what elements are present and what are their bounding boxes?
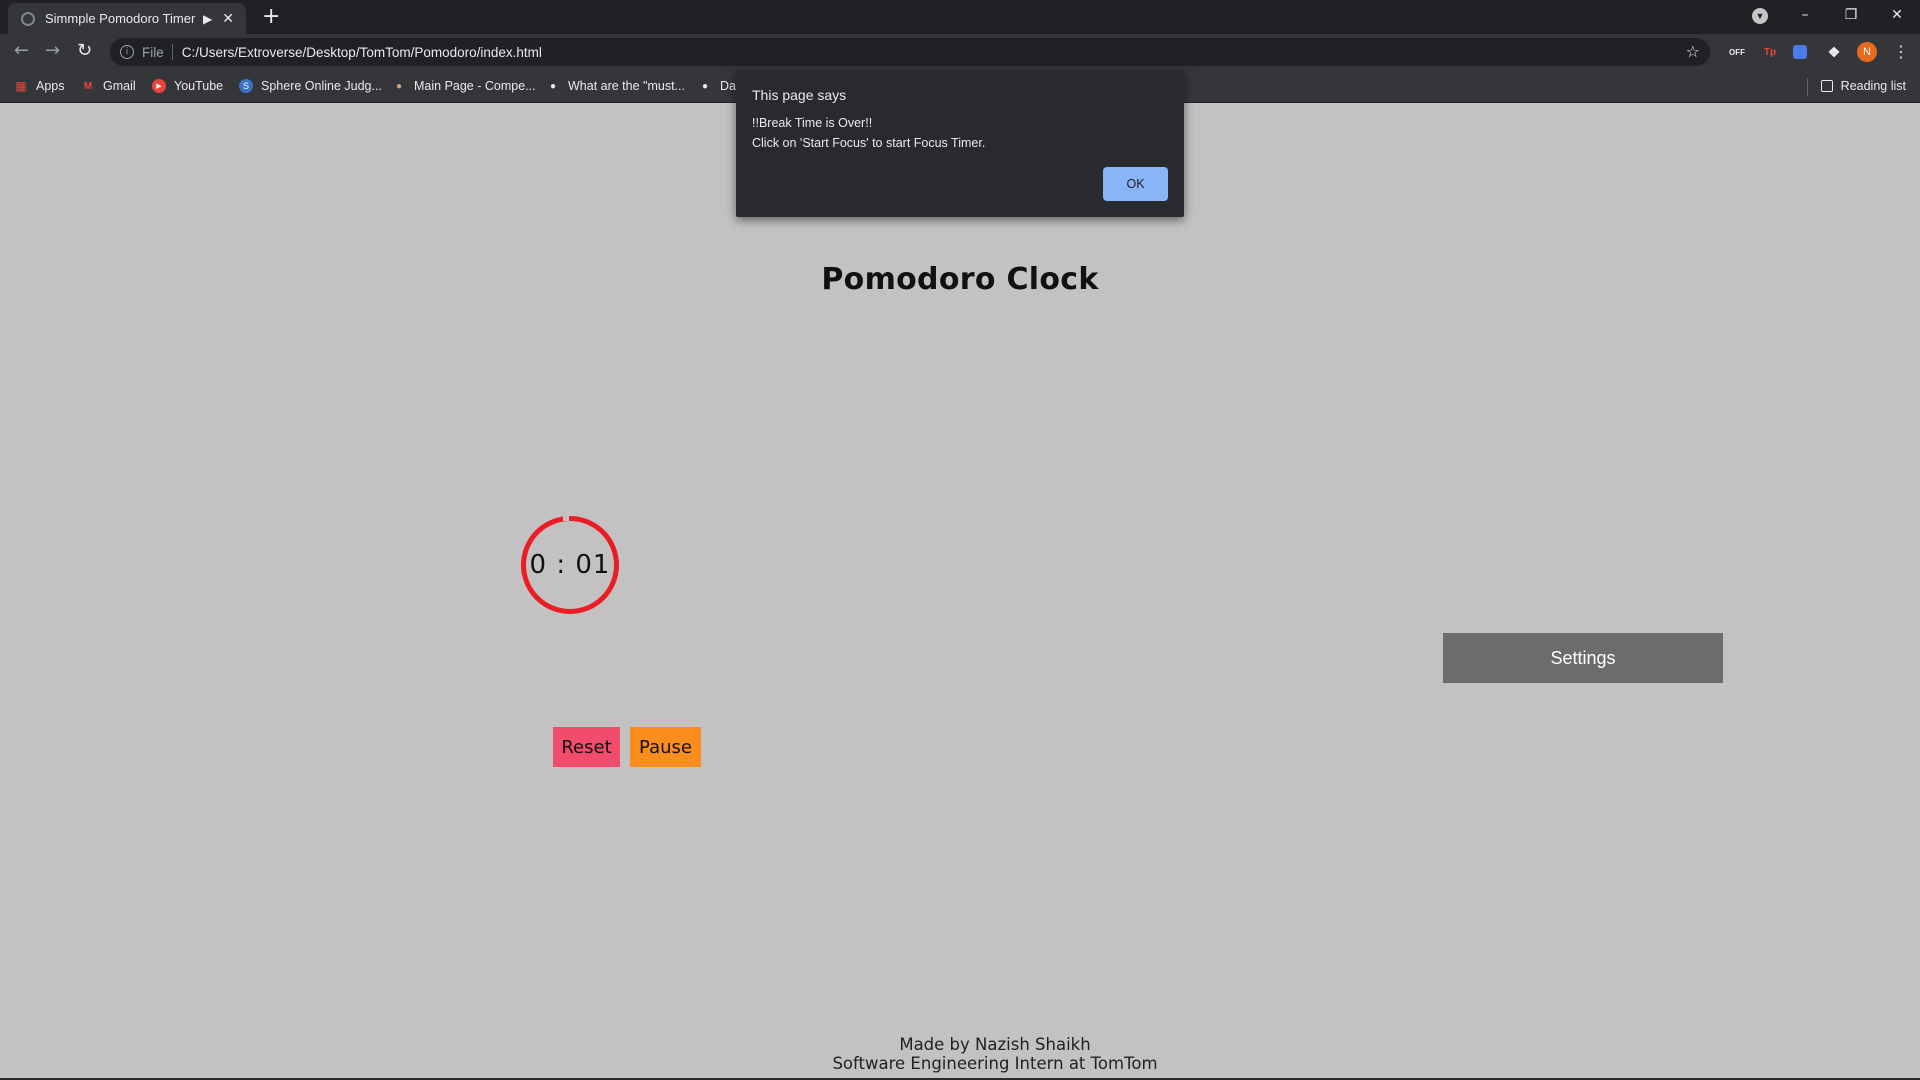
bookmark-gmail[interactable]: M Gmail — [81, 70, 136, 102]
reset-button[interactable]: Reset — [553, 727, 620, 767]
site-icon: ● — [549, 80, 557, 92]
settings-button[interactable]: Settings — [1443, 633, 1723, 683]
bookmark-youtube[interactable]: ▶ YouTube — [152, 70, 223, 102]
forward-icon[interactable]: → — [45, 40, 60, 61]
tab-strip: Simmple Pomodoro Timer ▶ ✕ + ▼ – ❐ ✕ — [0, 0, 1920, 34]
speaker-icon[interactable]: ▶ — [203, 12, 212, 26]
info-icon[interactable]: i — [120, 45, 134, 59]
extension-tp-icon[interactable]: Tp — [1761, 43, 1779, 61]
bookmark-da[interactable]: ● Da — [698, 70, 736, 102]
window-controls: – ❐ ✕ — [1782, 0, 1920, 30]
extension-blue-icon[interactable] — [1793, 45, 1807, 59]
url-text[interactable]: C:/Users/Extroverse/Desktop/TomTom/Pomod… — [182, 45, 542, 60]
timer-ring: 0 : 01 — [521, 516, 619, 614]
apps-grid-icon: ▦ — [15, 79, 27, 93]
browser-tab[interactable]: Simmple Pomodoro Timer ▶ ✕ — [8, 3, 246, 34]
url-scheme: File — [142, 44, 164, 60]
puzzle-extensions-icon[interactable]: ❖ — [1825, 43, 1843, 61]
ring-progress-gap — [563, 514, 569, 521]
footer-author: Made by Nazish Shaikh — [899, 1035, 1091, 1054]
bookmark-label: What are the "must... — [568, 79, 685, 93]
address-bar[interactable]: i File C:/Users/Extroverse/Desktop/TomTo… — [110, 38, 1710, 66]
tab-close-icon[interactable]: ✕ — [222, 10, 234, 27]
page-title: Pomodoro Clock — [821, 262, 1099, 297]
reading-list-icon — [1820, 80, 1833, 92]
reading-list-label: Reading list — [1840, 79, 1906, 93]
bookmark-label: YouTube — [174, 79, 224, 93]
back-icon[interactable]: ← — [14, 40, 29, 61]
site-icon: ● — [701, 80, 709, 92]
divider — [1807, 78, 1808, 96]
bookmark-label: Main Page - Compe... — [414, 79, 536, 93]
sphere-icon: S — [239, 79, 253, 93]
tab-search-icon[interactable]: ▼ — [1752, 8, 1768, 24]
minimize-icon[interactable]: – — [1782, 7, 1828, 23]
bookmark-star-icon[interactable]: ☆ — [1686, 42, 1700, 61]
window-close-icon[interactable]: ✕ — [1874, 7, 1920, 23]
reading-list-button[interactable]: Reading list — [1820, 70, 1906, 102]
bookmark-quora[interactable]: ● What are the "must... — [546, 70, 685, 102]
menu-kebab-icon[interactable]: ⋮ — [1893, 42, 1909, 61]
bookmark-apps[interactable]: ▦ Apps — [14, 70, 65, 102]
new-tab-icon[interactable]: + — [262, 4, 280, 29]
extension-off-icon[interactable]: OFF — [1728, 43, 1746, 61]
youtube-icon: ▶ — [152, 79, 166, 93]
restore-icon[interactable]: ❐ — [1828, 7, 1874, 23]
alert-dialog: This page says !!Break Time is Over!! Cl… — [736, 70, 1184, 217]
dialog-title: This page says — [752, 87, 847, 103]
site-icon: ● — [395, 80, 403, 92]
footer-role: Software Engineering Intern at TomTom — [832, 1054, 1158, 1073]
bookmark-spoj[interactable]: S Sphere Online Judg... — [239, 70, 382, 102]
profile-avatar[interactable]: N — [1857, 42, 1877, 62]
bookmark-label: Gmail — [103, 79, 136, 93]
footer: Made by Nazish Shaikh Software Engineeri… — [0, 1035, 1920, 1073]
timer-display: 0 : 01 — [529, 550, 611, 580]
bookmark-main-page[interactable]: ● Main Page - Compe... — [392, 70, 536, 102]
dialog-message-line-2: Click on 'Start Focus' to start Focus Ti… — [752, 136, 986, 150]
gmail-icon: M — [83, 80, 93, 92]
bookmark-label: Apps — [36, 79, 65, 93]
pause-button[interactable]: Pause — [630, 727, 701, 767]
reload-icon[interactable]: ↻ — [77, 40, 92, 61]
divider — [171, 44, 173, 60]
bookmark-label: Sphere Online Judg... — [261, 79, 382, 93]
dialog-message-line-1: !!Break Time is Over!! — [752, 116, 873, 130]
globe-icon — [21, 11, 35, 26]
ok-button[interactable]: OK — [1103, 167, 1168, 201]
tab-title: Simmple Pomodoro Timer — [45, 11, 196, 26]
browser-toolbar: ← → ↻ i File C:/Users/Extroverse/Desktop… — [0, 34, 1920, 70]
bookmark-label: Da — [720, 79, 736, 93]
